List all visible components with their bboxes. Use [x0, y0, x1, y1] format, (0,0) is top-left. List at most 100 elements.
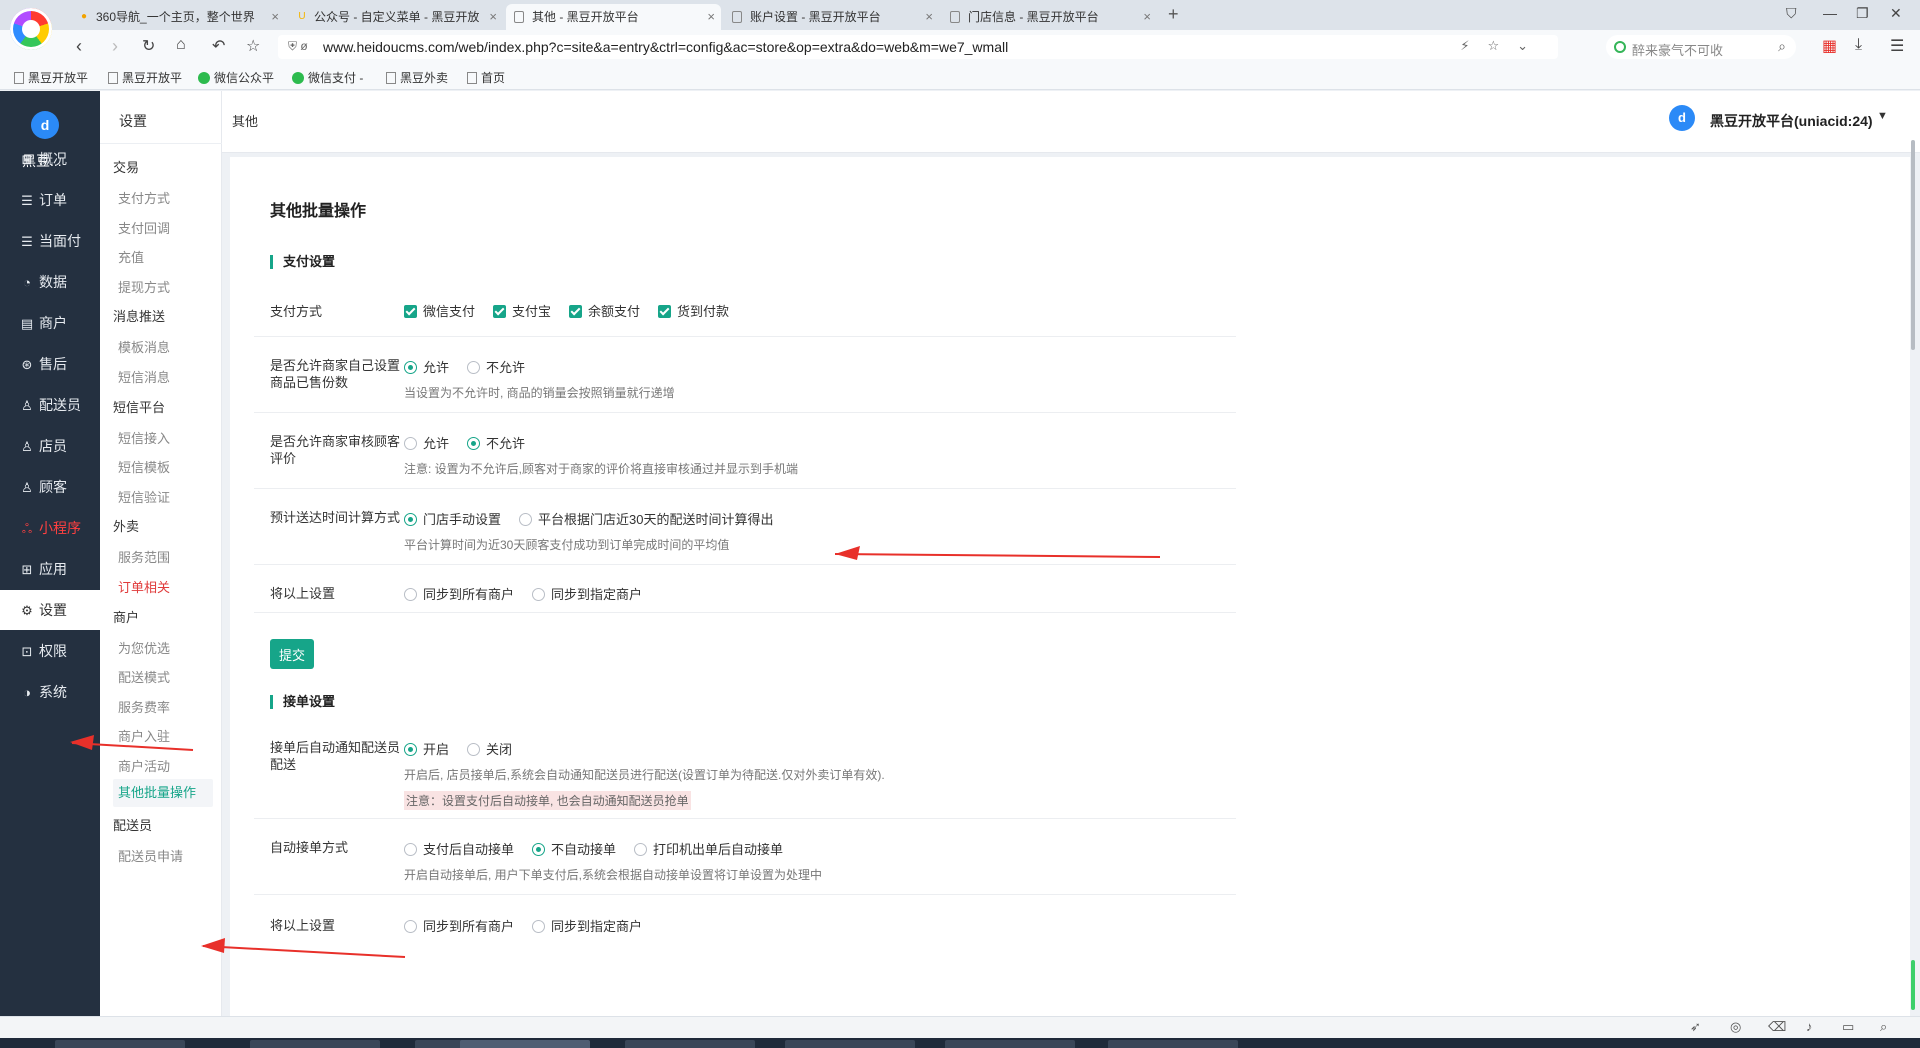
browser-logo[interactable] [10, 8, 52, 50]
radio-selected-icon[interactable] [404, 361, 417, 374]
radio-option[interactable]: 不自动接单 [532, 839, 616, 858]
search-icon[interactable]: ⌕ [1778, 38, 1786, 55]
bookmark-star-icon[interactable]: ☆ [246, 36, 260, 56]
taskbar-item[interactable] [250, 1040, 380, 1048]
bookmark-item[interactable]: 微信支付 - [292, 69, 363, 86]
taskbar-item[interactable] [460, 1040, 590, 1048]
nav-item[interactable]: ♙ 店员 [0, 426, 100, 466]
subnav-item[interactable]: 其他批量操作 [113, 778, 213, 807]
back-icon[interactable]: ‹ [76, 36, 82, 57]
radio-option[interactable]: 同步到指定商户 [532, 584, 642, 603]
checkbox-checked-icon[interactable] [658, 305, 672, 318]
url-actions-icons[interactable]: ⚡☆⌄ [1460, 38, 1546, 54]
radio-empty-icon[interactable] [532, 920, 546, 933]
close-icon[interactable]: × [271, 4, 279, 30]
account-avatar[interactable]: d [1669, 105, 1695, 131]
menu-icon[interactable]: ☰ [1890, 36, 1904, 56]
checkbox-checked-icon[interactable] [493, 305, 507, 318]
radio-option[interactable]: 开启 [404, 739, 449, 758]
nav-item[interactable]: ☰ 当面付 [0, 221, 100, 261]
bookmark-item[interactable]: 微信公众平 [198, 69, 274, 86]
bookmark-item[interactable]: 黑豆外卖 [386, 69, 448, 86]
bookmark-item[interactable]: 黑豆开放平 [14, 69, 88, 86]
nav-item[interactable]: ⊞ 应用 [0, 549, 100, 589]
nav-item[interactable]: ⚙ 设置 [0, 590, 100, 630]
radio-option[interactable]: 支付后自动接单 [404, 839, 514, 858]
checkbox-checked-icon[interactable] [569, 305, 583, 318]
speed-icon[interactable]: ◎ [1730, 1019, 1741, 1035]
subnav-item[interactable]: 为您优选 [118, 638, 170, 657]
undo-icon[interactable]: ↶ [212, 36, 225, 56]
subnav-item[interactable]: 支付回调 [118, 218, 170, 237]
browser-tab[interactable]: 门店信息 - 黑豆开放平台 × [942, 4, 1157, 30]
checkbox-checked-icon[interactable] [404, 305, 417, 318]
home-icon[interactable]: ⌂ [176, 36, 186, 54]
radio-option[interactable]: 允许 [404, 357, 449, 376]
page-scrollbar[interactable] [1911, 140, 1915, 350]
radio-empty-icon[interactable] [404, 843, 417, 856]
close-icon[interactable]: × [925, 4, 933, 30]
trash-icon[interactable]: ⌫ [1768, 1019, 1786, 1035]
nav-item[interactable]: ◔ 数据 [0, 262, 100, 302]
brand-logo[interactable]: d [31, 111, 59, 139]
subnav-item[interactable]: 服务范围 [118, 547, 170, 566]
subnav-item[interactable]: 订单相关 [118, 577, 170, 596]
radio-option[interactable]: 打印机出单后自动接单 [634, 839, 783, 858]
volume-icon[interactable]: ♪ [1806, 1019, 1813, 1034]
zoom-icon[interactable]: ⌕ [1880, 1019, 1887, 1035]
subnav-item[interactable]: 短信模板 [118, 457, 170, 476]
window-icon[interactable]: ▭ [1842, 1019, 1854, 1035]
bookmark-item[interactable]: 首页 [467, 69, 505, 86]
radio-empty-icon[interactable] [404, 437, 417, 450]
close-icon[interactable]: × [489, 4, 497, 30]
chevron-down-icon[interactable]: ▼ [1877, 110, 1888, 122]
rocket-icon[interactable]: ➶ [1690, 1019, 1701, 1035]
apps-grid-icon[interactable]: ▦ [1822, 36, 1837, 56]
radio-option[interactable]: 同步到所有商户 [404, 584, 514, 603]
nav-item[interactable]: ◑ 系统 [0, 672, 100, 712]
payment-method-checkbox[interactable]: 余额支付 [569, 301, 640, 320]
close-window-button[interactable]: ✕ [1890, 5, 1902, 22]
search-input[interactable]: 醉来豪气不可收 ⌕ [1606, 35, 1796, 59]
nav-item[interactable]: ⊡ 权限 [0, 631, 100, 671]
radio-selected-icon[interactable] [404, 513, 417, 526]
close-icon[interactable]: × [707, 4, 715, 30]
subnav-item[interactable]: 短信接入 [118, 428, 170, 447]
nav-item[interactable]: ஃ 小程序 [0, 508, 100, 548]
subnav-item[interactable]: 商户活动 [118, 756, 170, 775]
subnav-item[interactable]: 充值 [118, 247, 144, 266]
nav-item[interactable]: ⊞ 概况 [0, 139, 100, 179]
radio-option[interactable]: 门店手动设置 [404, 509, 501, 528]
radio-option[interactable]: 不允许 [467, 433, 525, 452]
radio-option[interactable]: 允许 [404, 433, 449, 452]
taskbar-item[interactable] [1108, 1040, 1238, 1048]
restore-button[interactable]: ❐ [1856, 5, 1869, 22]
subnav-item[interactable]: 商户入驻 [118, 726, 170, 745]
radio-empty-icon[interactable] [404, 588, 417, 601]
browser-tab[interactable]: 账户设置 - 黑豆开放平台 × [724, 4, 939, 30]
pin-icon[interactable]: ⛉ [1786, 5, 1797, 22]
bookmark-item[interactable]: 黑豆开放平 [108, 69, 182, 86]
nav-item[interactable]: ♙ 配送员 [0, 385, 100, 425]
subnav-item[interactable]: 短信验证 [118, 487, 170, 506]
taskbar-item[interactable] [945, 1040, 1075, 1048]
radio-empty-icon[interactable] [404, 920, 417, 933]
new-tab-button[interactable]: + [1168, 4, 1179, 25]
subnav-item[interactable]: 配送员申请 [118, 846, 183, 865]
reload-icon[interactable]: ↻ [142, 36, 155, 56]
radio-option[interactable]: 平台根据门店近30天的配送时间计算得出 [519, 509, 773, 528]
payment-method-checkbox[interactable]: 支付宝 [493, 301, 551, 320]
nav-item[interactable]: ☰ 订单 [0, 180, 100, 220]
browser-tab[interactable]: 其他 - 黑豆开放平台 × [506, 4, 721, 30]
radio-option[interactable]: 同步到指定商户 [532, 916, 642, 935]
taskbar-item[interactable] [625, 1040, 755, 1048]
taskbar-item[interactable] [55, 1040, 185, 1048]
radio-selected-icon[interactable] [467, 437, 481, 450]
forward-icon[interactable]: › [112, 36, 118, 57]
nav-item[interactable]: ⊛ 售后 [0, 344, 100, 384]
radio-empty-icon[interactable] [519, 513, 533, 526]
submit-button[interactable]: 提交 [270, 639, 314, 669]
radio-empty-icon[interactable] [634, 843, 648, 856]
radio-empty-icon[interactable] [467, 361, 481, 374]
payment-method-checkbox[interactable]: 微信支付 [404, 301, 475, 320]
